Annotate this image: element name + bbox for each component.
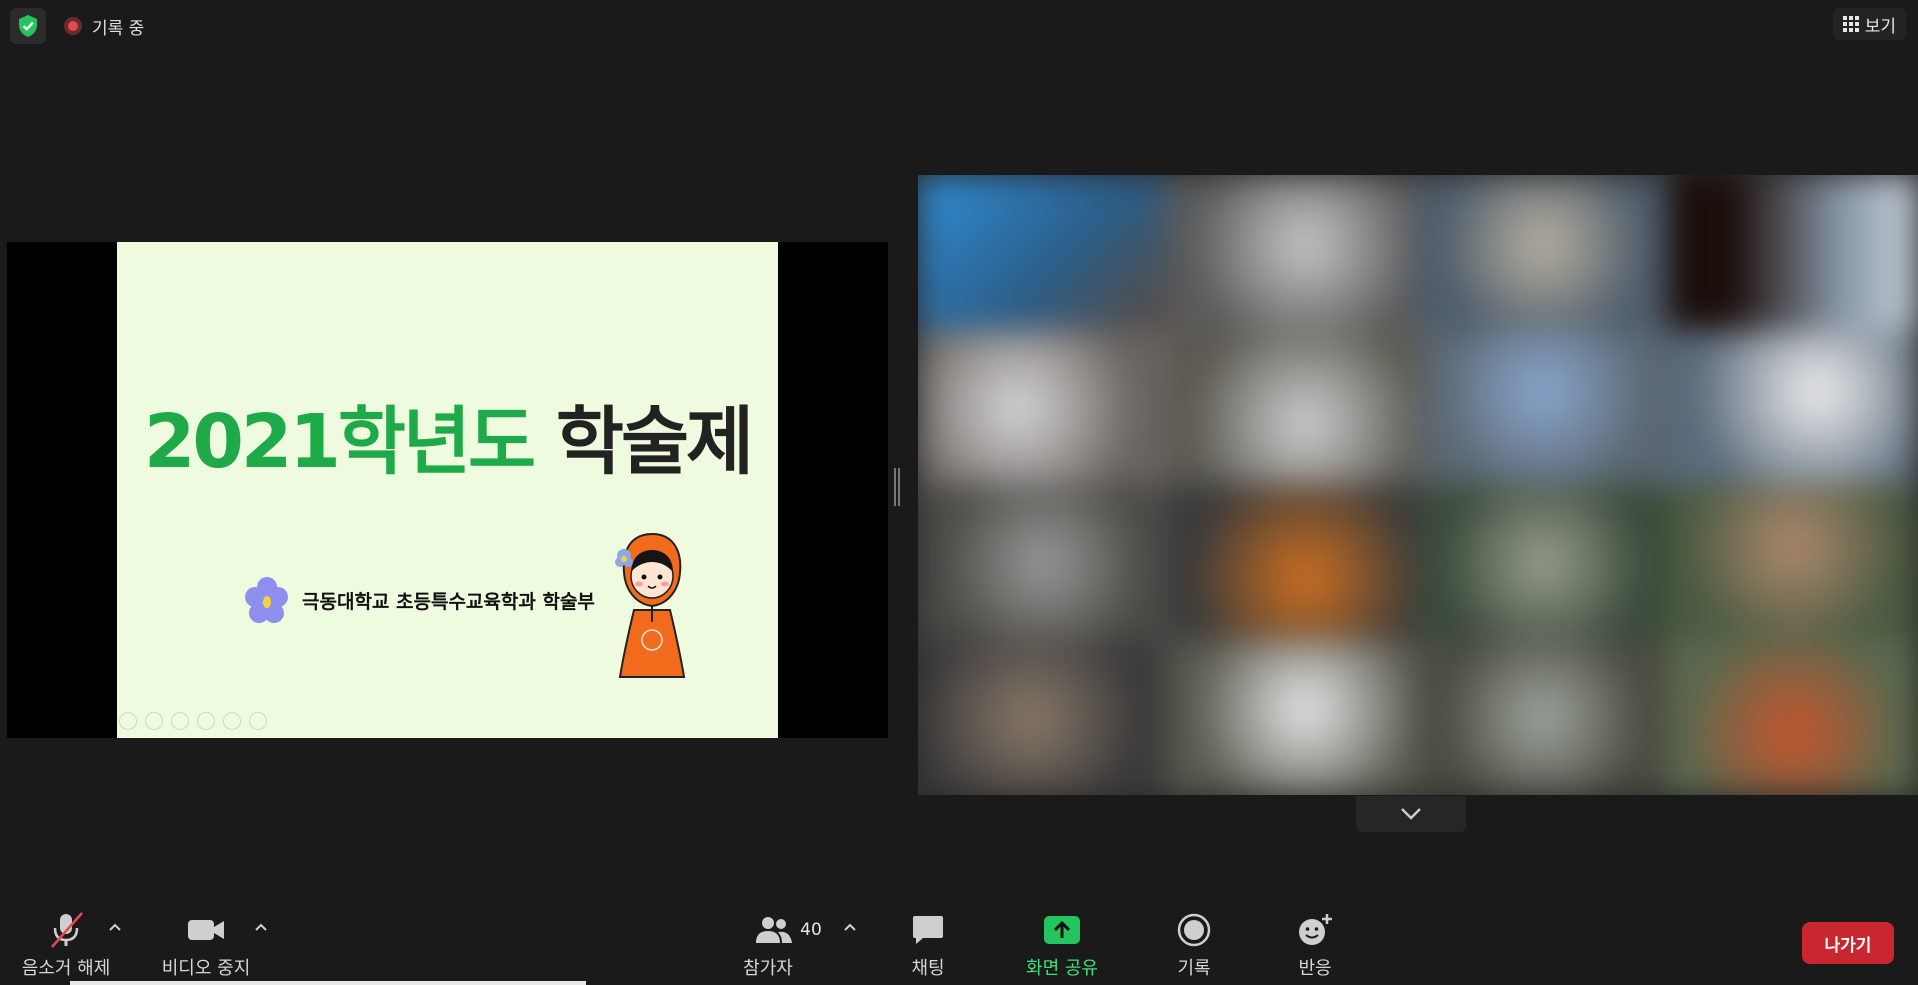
- security-shield-button[interactable]: [10, 8, 46, 44]
- participants-count: 40: [800, 920, 822, 940]
- view-button[interactable]: 보기: [1832, 8, 1906, 40]
- mascot-illustration: [615, 532, 686, 678]
- participant-video-tile[interactable]: [1668, 330, 1918, 485]
- participants-options-caret-icon[interactable]: [843, 922, 857, 932]
- participant-video-tile[interactable]: [1168, 330, 1418, 485]
- unmute-button[interactable]: 음소거 해제: [18, 910, 114, 980]
- participant-video-tile[interactable]: [1168, 485, 1418, 640]
- unmute-label: 음소거 해제: [21, 958, 111, 979]
- shield-icon: [19, 15, 37, 37]
- record-button[interactable]: 기록: [1164, 910, 1224, 980]
- slide-subtitle: 극동대학교 초등특수교육학과 학술부: [302, 591, 595, 613]
- window-edge-indicator: [70, 981, 586, 985]
- flower-icon: [245, 577, 288, 623]
- recording-label: 기록 중: [92, 18, 145, 39]
- stop-video-button[interactable]: 비디오 중지: [158, 910, 254, 980]
- video-options-caret-icon[interactable]: [254, 922, 268, 932]
- recording-dot-icon: [64, 17, 82, 35]
- collapse-gallery-button[interactable]: [1356, 796, 1466, 832]
- participants-button[interactable]: 40 참가자: [738, 910, 838, 980]
- participant-video-tile[interactable]: [1418, 640, 1668, 795]
- record-label: 기록: [1177, 958, 1211, 979]
- next-slide-icon: [145, 712, 163, 730]
- audio-options-caret-icon[interactable]: [108, 922, 122, 932]
- split-view-handle[interactable]: [894, 468, 900, 506]
- record-icon: [1177, 913, 1211, 947]
- participant-gallery: [918, 175, 1918, 795]
- pen-icon: [171, 712, 189, 730]
- shared-screen[interactable]: 2021학년도 학술제 극동대학교 초등특수교육학과 학술부: [7, 242, 888, 738]
- presentation-slide: 2021학년도 학술제 극동대학교 초등특수교육학과 학술부: [117, 242, 778, 738]
- participants-icon: [756, 917, 793, 943]
- stop-video-label: 비디오 중지: [161, 958, 251, 979]
- leave-meeting-button[interactable]: 나가기: [1802, 922, 1894, 964]
- share-screen-icon: [1044, 916, 1080, 944]
- chat-button[interactable]: 채팅: [898, 910, 958, 980]
- slide-title-year: 2021학년도: [143, 399, 536, 485]
- participant-video-tile[interactable]: [1418, 175, 1668, 330]
- participant-video-tile[interactable]: [1668, 175, 1918, 330]
- chat-bubble-icon: [913, 916, 943, 944]
- participant-video-tile[interactable]: [918, 330, 1168, 485]
- participant-video-tile[interactable]: [1668, 485, 1918, 640]
- recording-indicator[interactable]: 기록 중: [64, 12, 144, 40]
- participant-video-tile[interactable]: [1168, 640, 1418, 795]
- slide-title: 2021학년도 학술제: [117, 382, 778, 489]
- share-screen-label: 화면 공유: [1026, 958, 1098, 979]
- more-icon: [249, 712, 267, 730]
- microphone-muted-icon: [51, 912, 83, 948]
- participant-video-tile[interactable]: [918, 175, 1168, 330]
- slides-icon: [197, 712, 215, 730]
- emoji-reaction-icon: [1299, 914, 1332, 945]
- reactions-button[interactable]: 반응: [1285, 910, 1345, 980]
- meeting-toolbar: 음소거 해제 비디오 중지 40 참가자 채팅 화면 공유 기록 반응: [0, 900, 1918, 985]
- participant-video-tile[interactable]: [1418, 330, 1668, 485]
- grid-view-icon: [1842, 16, 1859, 32]
- participants-label: 참가자: [743, 958, 793, 979]
- slide-controls: [119, 712, 267, 730]
- zoom-icon: [223, 712, 241, 730]
- video-camera-icon: [188, 920, 224, 940]
- participant-video-tile[interactable]: [918, 485, 1168, 640]
- participant-video-tile[interactable]: [1668, 640, 1918, 795]
- prev-slide-icon: [119, 712, 137, 730]
- participant-video-tile[interactable]: [918, 640, 1168, 795]
- chat-label: 채팅: [911, 958, 945, 979]
- slide-title-rest: 학술제: [555, 399, 754, 485]
- participant-video-tile[interactable]: [1418, 485, 1668, 640]
- view-label: 보기: [1864, 16, 1896, 37]
- participant-video-tile[interactable]: [1168, 175, 1418, 330]
- chevron-down-icon: [1401, 808, 1421, 820]
- reactions-label: 반응: [1298, 958, 1332, 979]
- share-screen-button[interactable]: 화면 공유: [1018, 910, 1106, 980]
